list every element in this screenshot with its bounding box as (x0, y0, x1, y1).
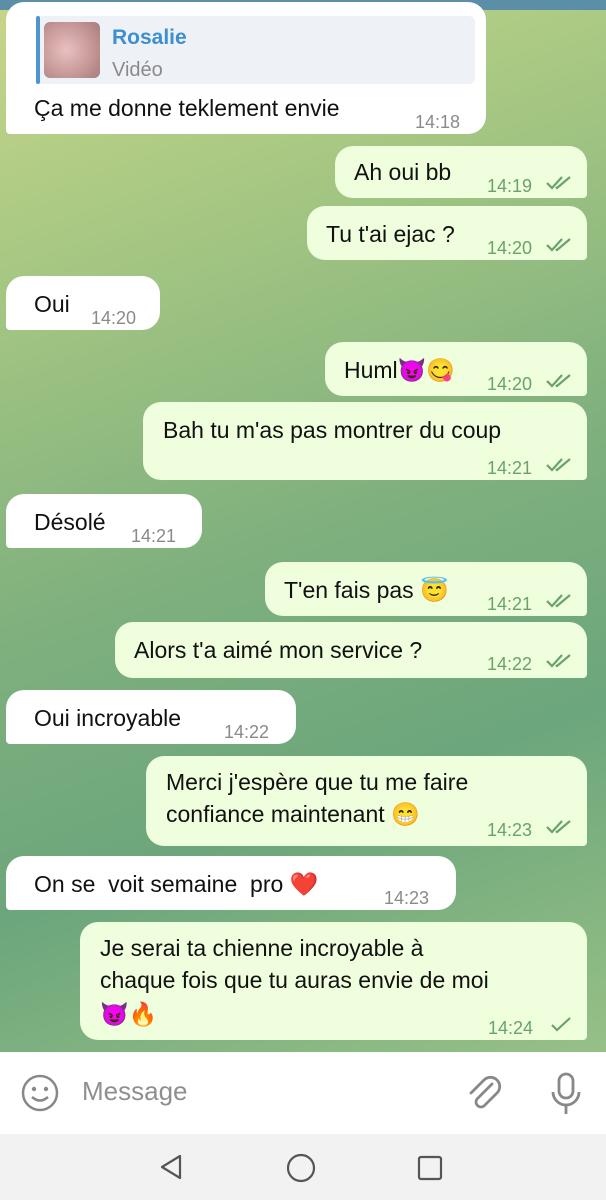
double-check-icon (546, 176, 571, 190)
message-incoming[interactable]: Rosalie Vidéo Ça me donne teklement envi… (6, 2, 486, 134)
message-text: Oui incroyable (34, 705, 182, 731)
message-composer: Message (0, 1052, 606, 1134)
message-time: 14:20 (91, 308, 137, 328)
message-time: 14:18 (415, 112, 461, 132)
message-time: 14:23 (384, 888, 430, 908)
single-check-icon (551, 1017, 571, 1032)
microphone-icon[interactable] (546, 1070, 586, 1118)
message-text-line2: chaque fois que tu auras envie de moi (100, 967, 489, 993)
nav-home-icon[interactable] (285, 1152, 317, 1184)
system-navigation-bar (0, 1134, 606, 1200)
message-outgoing[interactable]: Ah oui bb 14:19 (335, 146, 587, 198)
message-text-line1: Je serai ta chienne incroyable à (100, 935, 424, 961)
message-text: Huml😈😋 (344, 357, 455, 383)
message-time: 14:20 (487, 238, 533, 258)
message-incoming[interactable]: Désolé 14:21 (6, 494, 202, 548)
message-incoming[interactable]: Oui 14:20 (6, 276, 160, 330)
message-outgoing[interactable]: Tu t'ai ejac ? 14:20 (307, 206, 587, 260)
reply-thumbnail (44, 22, 100, 78)
paperclip-icon[interactable] (462, 1072, 506, 1116)
message-outgoing[interactable]: Alors t'a aimé mon service ? 14:22 (115, 622, 587, 678)
smiley-icon[interactable] (20, 1073, 60, 1113)
message-text: Désolé (34, 509, 106, 535)
message-outgoing[interactable]: Merci j'espère que tu me faire confiance… (146, 756, 587, 846)
message-time: 14:22 (224, 722, 270, 742)
message-outgoing[interactable]: Huml😈😋 14:20 (325, 342, 587, 396)
nav-back-icon[interactable] (156, 1152, 186, 1182)
message-text: T'en fais pas 😇 (284, 577, 449, 603)
double-check-icon (546, 594, 571, 608)
message-outgoing[interactable]: T'en fais pas 😇 14:21 (265, 562, 587, 616)
message-text: Ah oui bb (354, 159, 452, 185)
message-text: Bah tu m'as pas montrer du coup (163, 417, 502, 443)
nav-recents-icon[interactable] (416, 1154, 444, 1182)
message-text-line1: Merci j'espère que tu me faire (166, 769, 469, 795)
double-check-icon (546, 238, 571, 252)
message-time: 14:21 (487, 458, 533, 478)
message-text: Ça me donne teklement envie (34, 95, 340, 121)
message-time: 14:22 (487, 654, 533, 674)
double-check-icon (546, 820, 571, 834)
message-time: 14:19 (487, 176, 533, 196)
message-incoming[interactable]: Oui incroyable 14:22 (6, 690, 296, 744)
reply-type: Vidéo (112, 59, 163, 81)
message-time: 14:23 (487, 820, 533, 840)
double-check-icon (546, 654, 571, 668)
message-outgoing[interactable]: Je serai ta chienne incroyable à chaque … (80, 922, 587, 1040)
message-text: Tu t'ai ejac ? (326, 221, 455, 247)
double-check-icon (546, 458, 571, 472)
message-time: 14:24 (488, 1018, 534, 1038)
chat-area[interactable]: Rosalie Vidéo Ça me donne teklement envi… (0, 0, 606, 1050)
message-outgoing[interactable]: Bah tu m'as pas montrer du coup 14:21 (143, 402, 587, 480)
reply-author: Rosalie (112, 26, 187, 49)
message-text: On se voit semaine pro ❤️ (34, 871, 319, 897)
reply-preview[interactable]: Rosalie Vidéo (36, 16, 475, 84)
message-incoming[interactable]: On se voit semaine pro ❤️ 14:23 (6, 856, 456, 910)
reply-accent-bar (36, 16, 40, 84)
message-text: Alors t'a aimé mon service ? (134, 637, 423, 663)
message-time: 14:21 (487, 594, 533, 614)
message-text: Oui (34, 291, 70, 317)
message-text-line3: 😈🔥 (100, 1001, 158, 1027)
message-time: 14:20 (487, 374, 533, 394)
message-text-line2: confiance maintenant 😁 (166, 801, 420, 827)
message-input[interactable]: Message (82, 1076, 188, 1107)
double-check-icon (546, 374, 571, 388)
message-time: 14:21 (131, 526, 177, 546)
